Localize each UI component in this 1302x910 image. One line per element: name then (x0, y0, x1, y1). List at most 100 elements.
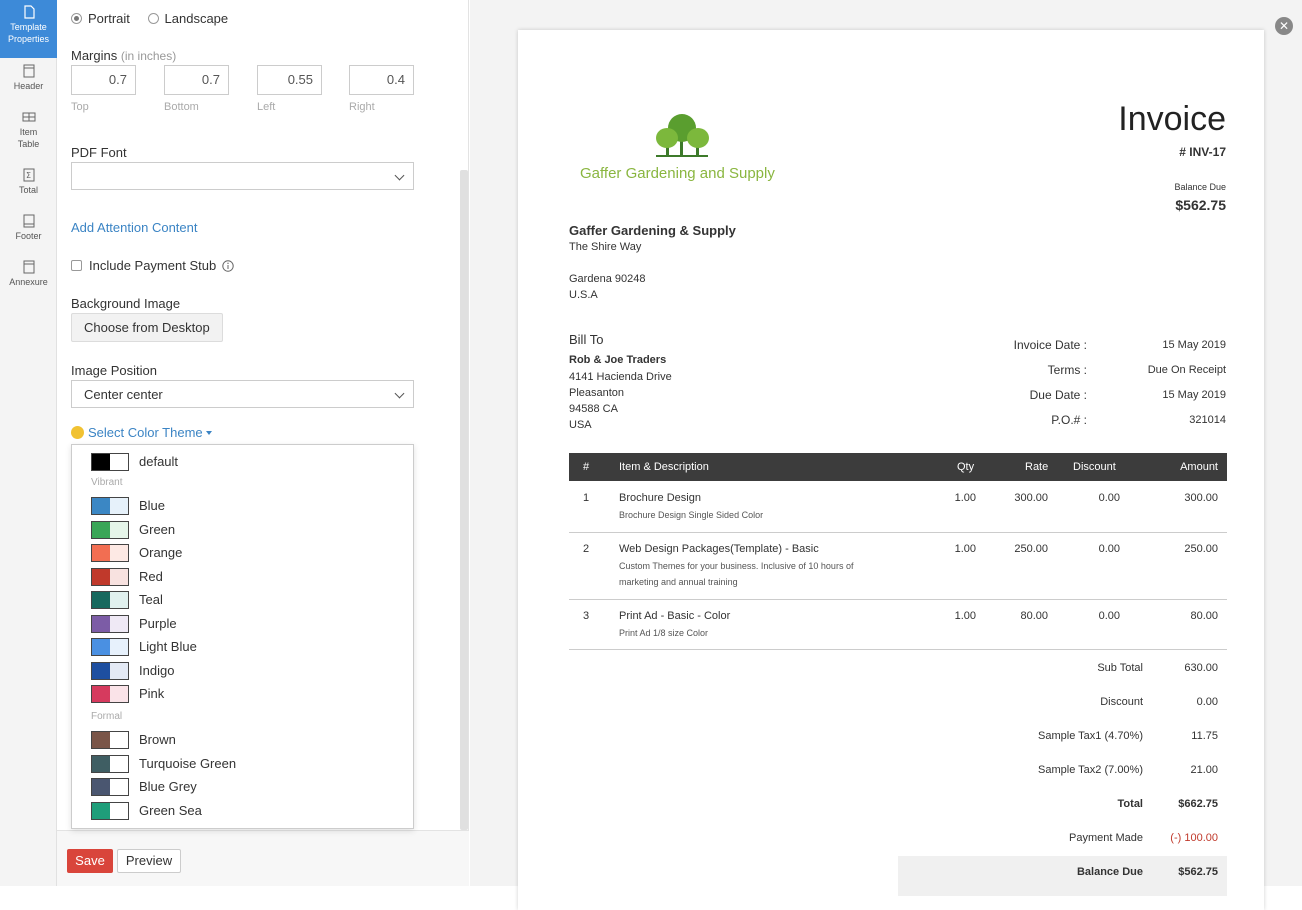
sigma-icon: Σ (23, 168, 34, 182)
pdf-font-label: PDF Font (71, 145, 127, 160)
theme-option-default[interactable]: default (72, 451, 413, 473)
theme-name: Brown (139, 732, 176, 747)
theme-option[interactable]: Light Blue (72, 636, 413, 658)
choose-from-desktop-button[interactable]: Choose from Desktop (71, 313, 223, 342)
meta-label: P.O.# : (1051, 413, 1087, 427)
portrait-radio[interactable] (71, 13, 82, 24)
invoice-preview-pane: ✕ Gaffer Gardening and Supply Invoice # … (470, 0, 1302, 910)
total-label: Balance Due (1076, 866, 1143, 878)
save-button[interactable]: Save (67, 849, 113, 873)
landscape-radio[interactable] (147, 13, 159, 24)
payment-stub-option[interactable]: Include Payment Stub (71, 258, 234, 273)
group-label-formal: Formal (91, 711, 123, 722)
color-theme-dropdown: default Vibrant Blue Green Orange Red Teal Pu… (71, 444, 414, 829)
theme-name: Blue Grey (139, 779, 197, 794)
meta-label: Invoice Date : (1013, 338, 1087, 352)
item-num: 1 (583, 492, 590, 504)
swatch (91, 567, 129, 586)
theme-option[interactable]: Turquoise Green (72, 753, 413, 775)
add-attention-content-link[interactable]: Add Attention Content (71, 220, 197, 235)
rail-label: Footer (15, 231, 42, 241)
item-amount: 80.00 (1190, 610, 1218, 622)
margin-bottom-input[interactable]: 0.7 (164, 65, 229, 95)
meta-label: Due Date : (1029, 388, 1087, 402)
theme-name: Red (139, 568, 163, 584)
rail-label: Header (13, 81, 44, 91)
swatch (91, 614, 129, 633)
rail-item-footer[interactable]: Footer (0, 214, 57, 262)
theme-option[interactable]: Orange (72, 542, 413, 564)
theme-option[interactable]: Teal (72, 589, 413, 611)
margin-bottom-caption: Bottom (164, 101, 199, 113)
margin-top-input[interactable]: 0.7 (71, 65, 136, 95)
portrait-option[interactable]: Portrait (71, 11, 130, 26)
theme-option[interactable]: Green Sea (72, 800, 413, 822)
row-divider (569, 649, 1227, 650)
preview-button[interactable]: Preview (117, 849, 181, 873)
margin-left-input[interactable]: 0.55 (257, 65, 322, 95)
palette-icon (71, 426, 84, 439)
theme-name: Green Sea (139, 802, 202, 818)
close-icon[interactable]: ✕ (1275, 17, 1293, 35)
theme-option[interactable]: Blue (72, 495, 413, 517)
theme-name: Indigo (139, 662, 175, 678)
bill-to-line3: 94588 CA (569, 403, 618, 415)
theme-option[interactable]: Red (72, 566, 413, 588)
col-amount: Amount (1180, 461, 1218, 473)
theme-name: Blue (139, 498, 166, 513)
image-position-select[interactable]: Center center (71, 380, 414, 408)
info-icon[interactable] (222, 260, 234, 272)
item-discount: 0.00 (1098, 492, 1120, 504)
chevron-down-icon (394, 388, 405, 399)
background-image-label: Background Image (71, 296, 181, 311)
annexure-icon (23, 260, 34, 274)
bill-to-name: Rob & Joe Traders (569, 354, 667, 366)
select-color-theme-toggle[interactable]: Select Color Theme (71, 425, 212, 440)
company-line3: U.S.A (569, 289, 598, 301)
theme-name: Teal (139, 592, 163, 607)
theme-name: Green (139, 521, 176, 537)
theme-option[interactable]: Purple (72, 613, 413, 635)
payment-stub-checkbox[interactable] (71, 260, 82, 271)
theme-option[interactable]: Blue Grey (72, 776, 413, 798)
bottom-action-bar: Save Preview (57, 830, 469, 886)
item-num: 3 (583, 610, 590, 622)
table-icon (22, 112, 35, 122)
theme-option[interactable]: Brown (72, 729, 413, 751)
rail-item-annexure[interactable]: Annexure (0, 260, 57, 308)
tree-logo-icon (656, 114, 709, 157)
rail-item-total[interactable]: Σ Total (0, 168, 57, 216)
margins-unit: (in inches) (120, 49, 177, 63)
row-divider (569, 599, 1227, 600)
theme-option[interactable]: Indigo (72, 660, 413, 682)
margin-right-input[interactable]: 0.4 (349, 65, 414, 95)
item-desc: Print Ad 1/8 size Color (619, 628, 709, 638)
caret-down-icon (205, 431, 212, 435)
rail-item-header[interactable]: Header (0, 64, 57, 112)
margin-right-caption: Right (349, 101, 375, 113)
rail-item-template-properties[interactable]: Template Properties (0, 0, 57, 58)
theme-option[interactable]: Pink (72, 683, 413, 705)
bill-to-line4: USA (569, 419, 592, 431)
header-icon (23, 64, 34, 78)
theme-option[interactable]: Green (72, 519, 413, 541)
total-label: Discount (1100, 696, 1143, 708)
rail-item-item-table[interactable]: Item Table (0, 110, 57, 158)
total-value: $662.75 (1178, 798, 1218, 810)
col-rate: Rate (1025, 461, 1049, 473)
select-color-theme-link[interactable]: Select Color Theme (88, 425, 203, 440)
col-qty: Qty (957, 461, 975, 473)
panel-scrollbar[interactable] (460, 170, 468, 830)
col-discount: Discount (1073, 461, 1116, 473)
item-qty: 1.00 (954, 492, 976, 504)
chevron-down-icon (394, 170, 405, 181)
swatch (91, 754, 129, 773)
margins-title: Margins (71, 48, 118, 63)
total-value: $562.75 (1178, 866, 1218, 878)
item-num: 2 (583, 543, 590, 555)
pdf-font-select[interactable] (71, 162, 414, 190)
landscape-option[interactable]: Landscape (147, 11, 228, 26)
bill-to-line2: Pleasanton (569, 387, 625, 399)
meta-value: 15 May 2019 (1162, 339, 1226, 351)
swatch (91, 778, 129, 796)
